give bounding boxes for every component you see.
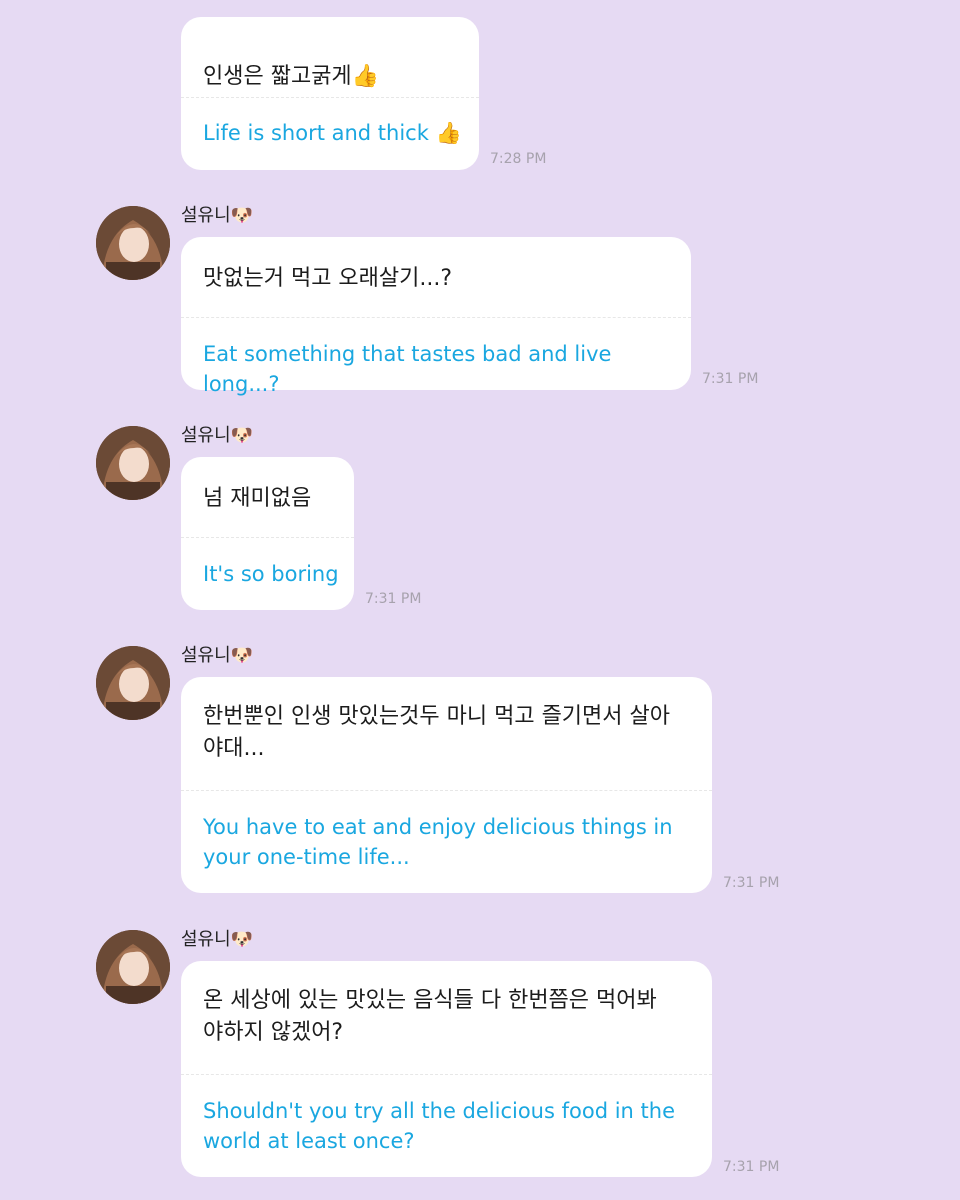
message-bubble[interactable]: 온 세상에 있는 맛있는 음식들 다 한번쯤은 먹어봐 야하지 않겠어? Sho…: [181, 961, 712, 1177]
message-original-text: 맛없는거 먹고 오래살기...?: [203, 266, 453, 291]
message-original-text: 온 세상에 있는 맛있는 음식들 다 한번쯤은 먹어봐 야하지 않겠어?: [203, 988, 657, 1045]
translation-divider: [181, 97, 479, 98]
avatar[interactable]: [96, 646, 170, 720]
message-original-text: 인생은 짧고굵게👍: [203, 64, 380, 89]
sender-name: 설유니🐶: [181, 205, 254, 226]
message-translation-text: You have to eat and enjoy delicious thin…: [203, 815, 673, 869]
message-original-text: 넘 재미없음: [203, 486, 312, 511]
translation-divider: [181, 317, 691, 318]
message-timestamp: 7:31 PM: [365, 591, 422, 607]
message-bubble[interactable]: 한번뿐인 인생 맛있는것두 마니 먹고 즐기면서 살아 야대... You ha…: [181, 677, 712, 893]
message-timestamp: 7:28 PM: [490, 151, 547, 167]
avatar[interactable]: [96, 930, 170, 1004]
message-translation-text: Life is short and thick 👍: [203, 121, 462, 145]
message-translation-text: Shouldn't you try all the delicious food…: [203, 1099, 675, 1153]
avatar[interactable]: [96, 426, 170, 500]
sender-name: 설유니🐶: [181, 425, 254, 446]
translation-divider: [181, 537, 354, 538]
sender-name: 설유니🐶: [181, 645, 254, 666]
message-timestamp: 7:31 PM: [723, 875, 780, 891]
message-original-text: 한번뿐인 인생 맛있는것두 마니 먹고 즐기면서 살아 야대...: [203, 704, 671, 761]
message-translation-text: It's so boring: [203, 562, 339, 586]
message-timestamp: 7:31 PM: [702, 371, 759, 387]
message-timestamp: 7:31 PM: [723, 1159, 780, 1175]
message-translation-text: Eat something that tastes bad and live l…: [203, 342, 619, 396]
message-bubble[interactable]: 맛없는거 먹고 오래살기...? Eat something that tast…: [181, 237, 691, 396]
message-bubble[interactable]: 넘 재미없음 It's so boring: [181, 457, 354, 610]
sender-name: 설유니🐶: [181, 929, 254, 950]
translation-divider: [181, 790, 712, 791]
translation-divider: [181, 1074, 712, 1075]
message-bubble[interactable]: 인생은 짧고굵게👍 Life is short and thick 👍: [181, 17, 479, 170]
avatar[interactable]: [96, 206, 170, 280]
